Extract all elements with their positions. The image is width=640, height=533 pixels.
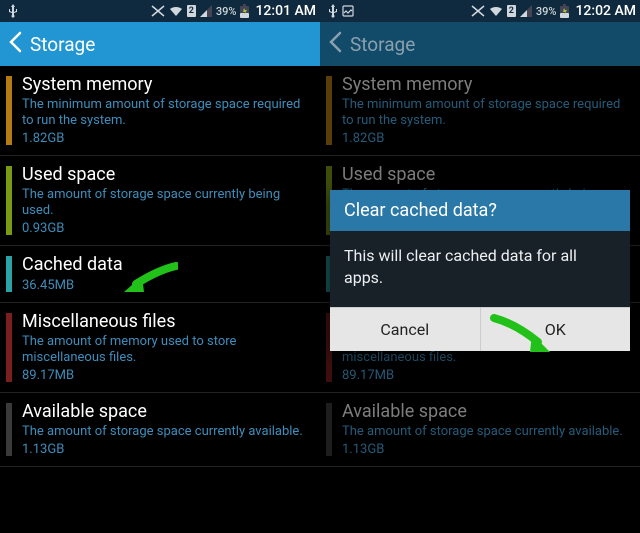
swatch [6, 76, 12, 145]
row-desc: The amount of memory used to store misce… [22, 334, 308, 366]
dialog-title: Clear cached data? [330, 190, 630, 231]
row-available-space: Available space The amount of storage sp… [320, 393, 640, 467]
row-desc: The minimum amount of storage space requ… [342, 97, 628, 129]
usb-icon [8, 4, 18, 18]
header: Storage [320, 22, 640, 66]
row-title: Used space [22, 164, 308, 186]
media-icon [342, 5, 354, 17]
back-icon[interactable] [8, 31, 22, 57]
sim-2-badge: 2 [507, 5, 516, 17]
row-title: Cached data [22, 254, 308, 276]
row-title: Miscellaneous files [22, 311, 308, 333]
row-value: 1.82GB [342, 131, 628, 147]
wifi-icon [489, 5, 503, 17]
battery-icon [560, 4, 569, 18]
row-system-memory: System memory The minimum amount of stor… [320, 66, 640, 156]
status-bar: 2 39% 12:02 AM [320, 0, 640, 22]
row-desc: The minimum amount of storage space requ… [22, 97, 308, 129]
no-signal-icon [151, 5, 165, 17]
header[interactable]: Storage [0, 22, 320, 66]
row-title: Available space [22, 401, 308, 423]
usb-icon [328, 4, 338, 18]
sim-2-badge: 2 [187, 5, 196, 17]
battery-icon [240, 4, 249, 18]
row-misc-files[interactable]: Miscellaneous files The amount of memory… [0, 303, 320, 393]
status-bar: 2 39% 12:01 AM [0, 0, 320, 22]
row-title: System memory [342, 74, 628, 96]
row-value: 1.82GB [22, 131, 308, 147]
swatch [6, 256, 12, 292]
no-signal-icon [471, 5, 485, 17]
swatch [326, 403, 332, 456]
row-title: System memory [22, 74, 308, 96]
row-value: 89.17MB [342, 368, 628, 384]
clock: 12:02 AM [575, 3, 636, 19]
page-title: Storage [30, 33, 95, 56]
clock: 12:01 AM [255, 3, 316, 19]
page-title: Storage [350, 33, 415, 56]
row-value: 36.45MB [22, 278, 308, 294]
row-value: 1.13GB [22, 442, 308, 458]
ok-button[interactable]: OK [480, 307, 631, 351]
row-desc: The amount of storage space currently av… [342, 424, 628, 440]
row-title: Available space [342, 401, 628, 423]
swatch [6, 403, 12, 456]
back-icon [328, 31, 342, 57]
row-title: Used space [342, 164, 628, 186]
signal-icon [520, 5, 532, 17]
row-value: 0.93GB [22, 221, 308, 237]
row-cached-data[interactable]: Cached data 36.45MB [0, 246, 320, 303]
dialog-body: This will clear cached data for all apps… [330, 231, 630, 307]
swatch [6, 313, 12, 382]
battery-pct: 39% [536, 5, 557, 18]
clear-cache-dialog: Clear cached data? This will clear cache… [330, 190, 630, 351]
cancel-button[interactable]: Cancel [330, 307, 480, 351]
row-desc: The amount of storage space currently av… [22, 424, 308, 440]
row-system-memory[interactable]: System memory The minimum amount of stor… [0, 66, 320, 156]
row-desc: The amount of storage space currently be… [22, 187, 308, 219]
swatch [6, 166, 12, 235]
row-used-space[interactable]: Used space The amount of storage space c… [0, 156, 320, 246]
row-value: 89.17MB [22, 368, 308, 384]
row-available-space[interactable]: Available space The amount of storage sp… [0, 393, 320, 467]
screen-left: 2 39% 12:01 AM Storage System memory The… [0, 0, 320, 533]
battery-pct: 39% [216, 5, 237, 18]
signal-icon [200, 5, 212, 17]
screen-right: 2 39% 12:02 AM Storage System memory The… [320, 0, 640, 533]
storage-list: System memory The minimum amount of stor… [0, 66, 320, 467]
wifi-icon [169, 5, 183, 17]
swatch [326, 76, 332, 145]
row-value: 1.13GB [342, 442, 628, 458]
